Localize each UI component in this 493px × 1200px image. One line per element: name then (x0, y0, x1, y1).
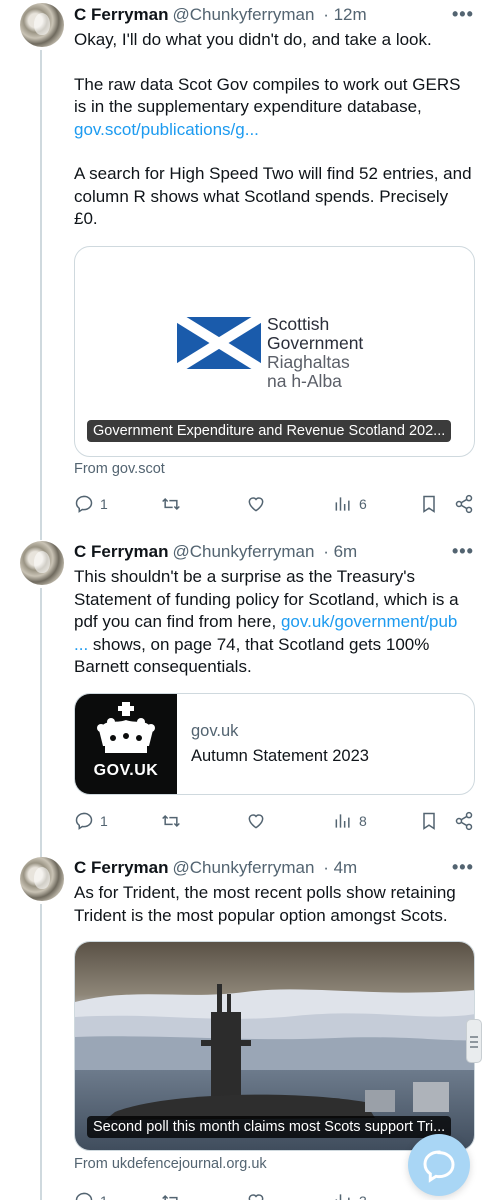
card-title: Autumn Statement 2023 (191, 747, 369, 765)
heart-icon (248, 814, 264, 829)
heart-icon (248, 497, 264, 512)
govuk-brand: GOV.UK (93, 762, 159, 779)
card-caption: Government Expenditure and Revenue Scotl… (87, 420, 452, 442)
reply-count: 1 (100, 496, 108, 512)
author-name[interactable]: C Ferryman (74, 858, 168, 877)
reply-count: 1 (100, 813, 108, 829)
timestamp[interactable]: · 4m (323, 858, 357, 877)
reply-button[interactable]: 1 (74, 492, 108, 516)
tweet-link[interactable]: gov.scot/publications/g... (74, 120, 259, 139)
action-bar: 1 6 (74, 492, 479, 516)
saltire-flag-icon (177, 317, 261, 369)
reply-count: 1 (100, 1193, 108, 1200)
avatar[interactable] (20, 857, 64, 901)
views-button[interactable]: 6 (333, 492, 367, 516)
tweet-text: Okay, I'll do what you didn't do, and ta… (74, 29, 474, 231)
card-domain: gov.uk (191, 722, 239, 740)
views-icon (335, 497, 350, 511)
thread-line (40, 904, 42, 1200)
tweet-2[interactable]: C Ferryman @Chunkyferryman · 6m ••• This … (0, 538, 493, 858)
tweet-paragraph: The raw data Scot Gov compiles to work o… (74, 74, 461, 117)
bookmark-button[interactable] (419, 492, 439, 516)
author-name[interactable]: C Ferryman (74, 5, 168, 24)
timestamp[interactable]: · 12m (323, 5, 366, 24)
heart-icon (248, 1194, 264, 1200)
tweet-text: As for Trident, the most recent polls sh… (74, 882, 474, 927)
like-button[interactable] (246, 809, 266, 833)
compose-icon (423, 1150, 455, 1183)
share-icon (455, 811, 473, 831)
reply-icon (75, 1192, 93, 1200)
card-source[interactable]: From ukdefencejournal.org.uk (74, 1154, 267, 1174)
reply-button[interactable]: 1 (74, 809, 108, 833)
tweet-header: C Ferryman @Chunkyferryman · 4m (74, 857, 357, 879)
tweet-1[interactable]: C Ferryman @Chunkyferryman · 12m ••• Okay… (0, 0, 493, 540)
avatar[interactable] (20, 3, 64, 47)
more-icon[interactable]: ••• (452, 3, 474, 25)
share-icon (455, 494, 473, 514)
retweet-button[interactable] (161, 1189, 181, 1200)
action-bar: 1 8 (74, 809, 479, 833)
retweet-button[interactable] (161, 492, 181, 516)
avatar[interactable] (20, 541, 64, 585)
tweet-paragraph: Okay, I'll do what you didn't do, and ta… (74, 30, 432, 49)
logo-line: Scottish (267, 314, 330, 334)
more-icon[interactable]: ••• (452, 856, 474, 878)
author-handle[interactable]: @Chunkyferryman (172, 858, 314, 877)
share-button[interactable] (454, 492, 474, 516)
retweet-icon (162, 1194, 178, 1200)
bookmark-icon (423, 495, 435, 513)
tweet-paragraph: A search for High Speed Two will find 52… (74, 164, 472, 228)
thread-line (40, 50, 42, 540)
reply-icon (75, 495, 93, 513)
retweet-icon (162, 497, 180, 511)
scroll-handle[interactable] (466, 1019, 482, 1063)
author-handle[interactable]: @Chunkyferryman (172, 5, 314, 24)
reply-icon (75, 812, 93, 830)
card-source[interactable]: From gov.scot (74, 459, 165, 479)
bookmark-button[interactable] (419, 809, 439, 833)
bookmark-icon (423, 812, 435, 830)
tweet-text: This shouldn't be a surprise as the Trea… (74, 566, 474, 679)
logo-line: Government (267, 333, 364, 353)
link-card[interactable]: GOV.UK gov.uk Autumn Statement 2023 (74, 693, 475, 795)
retweet-icon (162, 814, 180, 828)
author-name[interactable]: C Ferryman (74, 542, 168, 561)
tweet-paragraph: As for Trident, the most recent polls sh… (74, 883, 456, 925)
thread-line (40, 588, 42, 858)
more-icon[interactable]: ••• (452, 540, 474, 562)
crown-icon (97, 702, 155, 753)
like-button[interactable] (246, 1189, 266, 1200)
tweet-header: C Ferryman @Chunkyferryman · 12m (74, 4, 367, 26)
compose-button[interactable] (408, 1134, 470, 1196)
timestamp[interactable]: · 6m (323, 542, 357, 561)
views-icon (335, 814, 350, 828)
views-button[interactable]: 8 (333, 809, 367, 833)
views-icon (335, 1194, 350, 1200)
share-button[interactable] (454, 809, 474, 833)
link-card[interactable]: Second poll this month claims most Scots… (74, 941, 475, 1151)
logo-line: na h-Alba (267, 371, 342, 391)
views-button[interactable]: 3 (333, 1189, 367, 1200)
reply-button[interactable]: 1 (74, 1189, 108, 1200)
like-button[interactable] (246, 492, 266, 516)
card-caption: Second poll this month claims most Scots… (87, 1116, 452, 1138)
tweet-header: C Ferryman @Chunkyferryman · 6m (74, 541, 357, 563)
view-count: 8 (359, 813, 367, 829)
tweet-text-part: shows, on page 74, that Scotland gets 10… (74, 634, 430, 677)
link-card[interactable]: Scottish Government Riaghaltas na h-Alba… (74, 246, 475, 457)
govuk-logo: GOV.UK (75, 694, 177, 794)
logo-text: Scottish Government Riaghaltas na h-Alba (267, 315, 363, 391)
retweet-button[interactable] (161, 809, 181, 833)
view-count: 6 (359, 496, 367, 512)
view-count: 3 (359, 1193, 367, 1200)
author-handle[interactable]: @Chunkyferryman (172, 542, 314, 561)
logo-line: Riaghaltas (267, 352, 350, 372)
